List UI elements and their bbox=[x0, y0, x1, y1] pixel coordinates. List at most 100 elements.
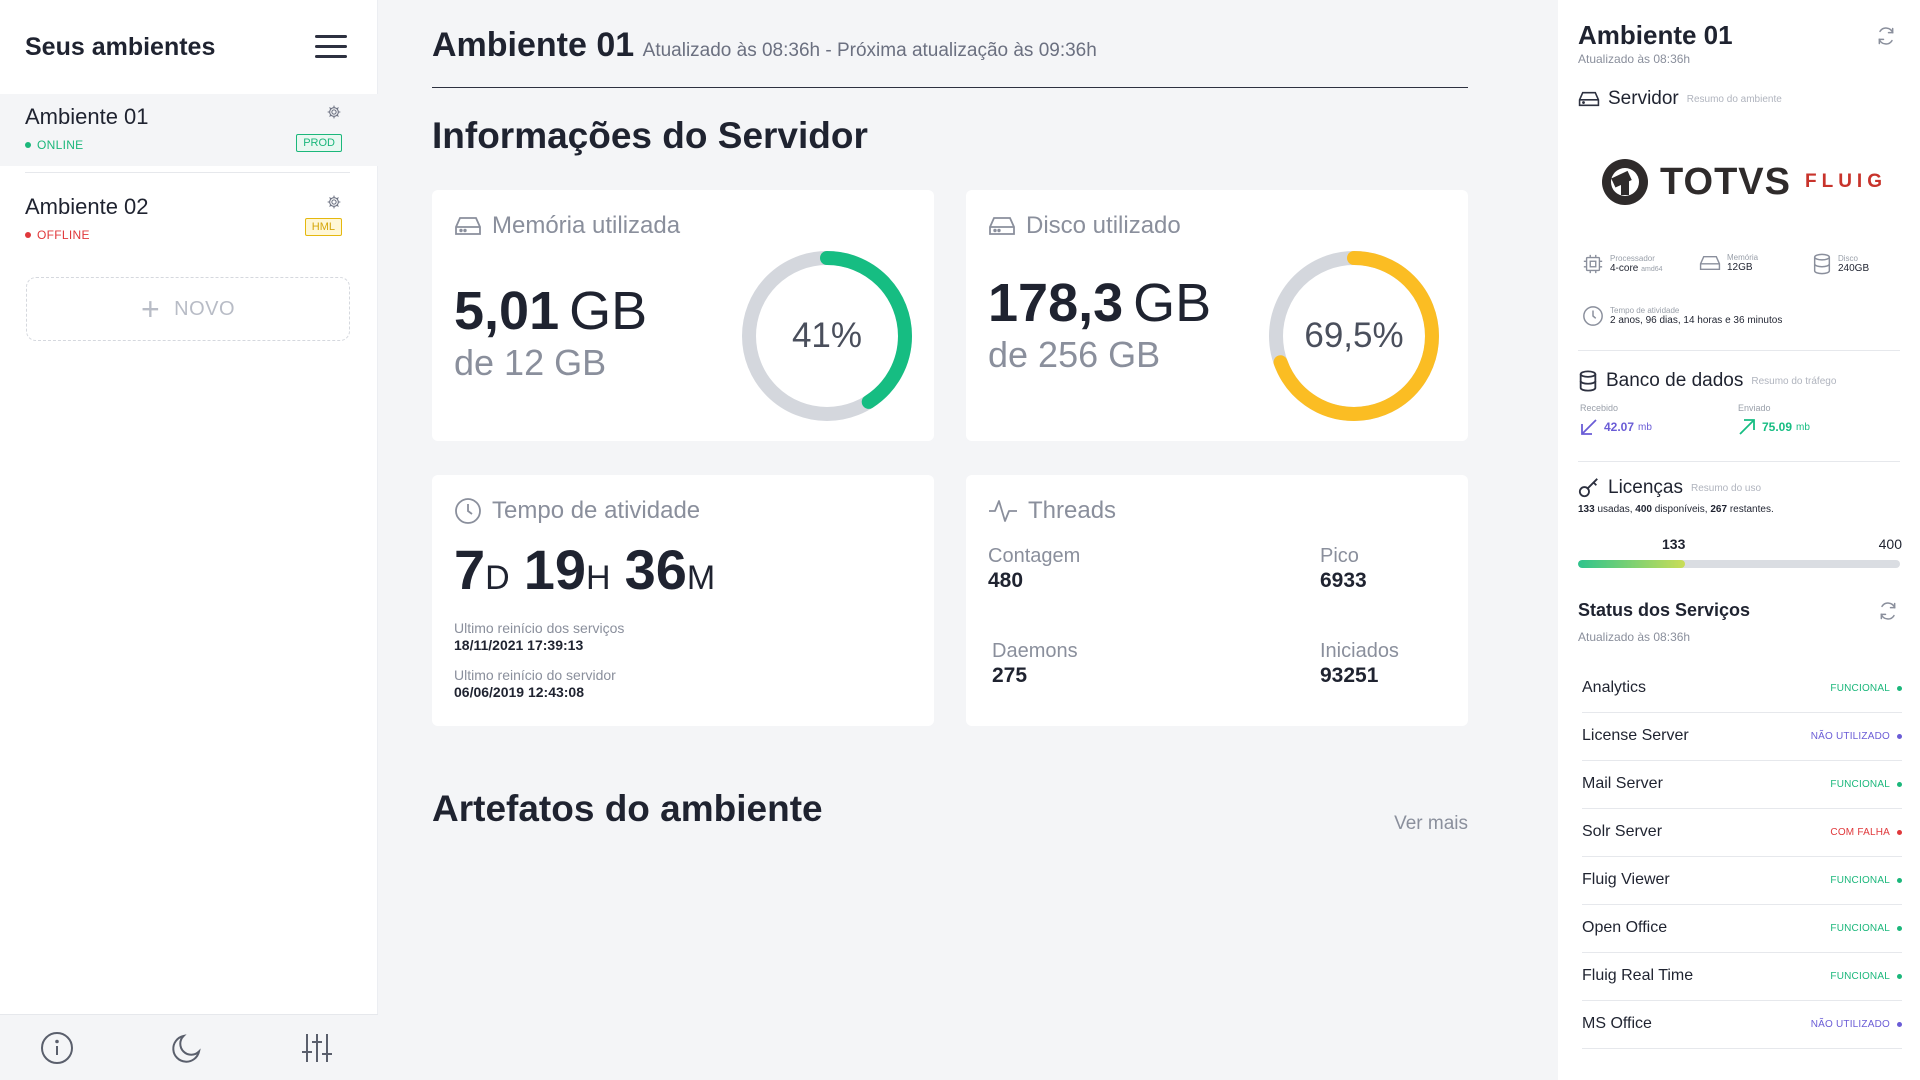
gear-icon[interactable] bbox=[326, 194, 342, 210]
sent-value: 75.09 mb bbox=[1738, 418, 1810, 436]
service-status-text: FUNCIONAL bbox=[1830, 779, 1890, 790]
plus-icon: + bbox=[140, 291, 161, 327]
service-name: MS Office bbox=[1582, 1015, 1652, 1032]
hard-drive-icon bbox=[1578, 91, 1600, 107]
environment-detail-panel: Ambiente 01 Atualizado às 08:36h Servido… bbox=[1558, 0, 1920, 1080]
service-row[interactable]: License Server NÃO UTILIZADO bbox=[1582, 713, 1902, 761]
threads-count-value: 480 bbox=[988, 569, 1024, 592]
environment-status: OFFLINE bbox=[25, 228, 90, 242]
environments-sidebar: Seus ambientes Ambiente 01 ONLINE PROD A… bbox=[0, 0, 378, 1080]
environment-badge-hml: HML bbox=[304, 218, 342, 236]
service-row[interactable]: Analytics FUNCIONAL bbox=[1582, 665, 1902, 713]
hamburger-menu-icon[interactable] bbox=[315, 32, 347, 60]
licenses-available-text: disponíveis, bbox=[1654, 504, 1708, 515]
service-row[interactable]: Open Office FUNCIONAL bbox=[1582, 905, 1902, 953]
uptime-spec: Tempo de atividade 2 anos, 96 dias, 14 ho… bbox=[1582, 305, 1782, 327]
threads-daemons-label: Daemons bbox=[992, 640, 1078, 662]
services-restart-value: 18/11/2021 17:39:13 bbox=[454, 637, 584, 653]
service-name: Analytics bbox=[1582, 679, 1647, 696]
licenses-summary: 133 usadas, 400 disponíveis, 267 restant… bbox=[1578, 504, 1774, 515]
service-status-text: FUNCIONAL bbox=[1830, 875, 1890, 886]
status-dot-icon bbox=[1897, 734, 1902, 739]
licenses-used: 133 bbox=[1578, 504, 1595, 515]
service-row[interactable]: Mail Server FUNCIONAL bbox=[1582, 761, 1902, 809]
service-status: FUNCIONAL bbox=[1830, 971, 1902, 982]
uptime-days: 7 bbox=[454, 538, 486, 601]
status-dot-icon bbox=[1897, 878, 1902, 883]
new-environment-button[interactable]: + NOVO bbox=[26, 277, 350, 341]
memory-spec-label: Memória bbox=[1727, 253, 1759, 262]
activity-icon bbox=[989, 500, 1017, 522]
environment-status-text: ONLINE bbox=[37, 138, 84, 152]
server-info-heading: Informações do Servidor bbox=[432, 115, 868, 156]
environment-name: Ambiente 01 bbox=[25, 104, 149, 129]
uptime-hours-unit: H bbox=[586, 559, 611, 597]
gear-icon[interactable] bbox=[326, 104, 342, 120]
sent-number: 75.09 bbox=[1762, 420, 1793, 434]
disk-percent-label: 69,5% bbox=[1304, 316, 1404, 355]
artifacts-heading: Artefatos do ambiente bbox=[432, 788, 823, 829]
disk-spec-label: Disco bbox=[1838, 254, 1859, 263]
service-status-text: FUNCIONAL bbox=[1830, 971, 1890, 982]
memory-title-text: Memória utilizada bbox=[492, 212, 681, 239]
licenses-remaining: 267 bbox=[1710, 504, 1728, 515]
disk-spec: Disco 240GB bbox=[1812, 253, 1869, 275]
disk-used-value: 178,3 GB bbox=[988, 272, 1211, 334]
service-status: FUNCIONAL bbox=[1830, 683, 1902, 694]
services-title: Status dos Serviços bbox=[1578, 600, 1751, 620]
sent-label: Enviado bbox=[1738, 403, 1771, 413]
environment-item-ambiente-01[interactable]: Ambiente 01 ONLINE PROD bbox=[0, 94, 378, 166]
service-status-text: NÃO UTILIZADO bbox=[1810, 1019, 1890, 1030]
disk-card: Disco utilizado 178,3 GB de 256 GB 69,5% bbox=[966, 190, 1468, 441]
uptime-card-title: Tempo de atividade bbox=[454, 497, 700, 525]
refresh-icon[interactable] bbox=[1878, 601, 1898, 621]
threads-peak-value: 6933 bbox=[1320, 569, 1367, 592]
received-label: Recebido bbox=[1580, 403, 1619, 413]
service-name: License Server bbox=[1582, 727, 1689, 744]
totvs-logo-icon bbox=[1602, 159, 1648, 205]
service-status-text: COM FALHA bbox=[1830, 827, 1890, 838]
licenses-progress-fill bbox=[1578, 560, 1686, 568]
status-dot-icon bbox=[25, 141, 31, 148]
sliders-icon[interactable] bbox=[299, 1030, 335, 1066]
service-row[interactable]: Fluig Viewer FUNCIONAL bbox=[1582, 857, 1902, 905]
environment-item-ambiente-02[interactable]: Ambiente 02 OFFLINE HML bbox=[0, 184, 378, 256]
threads-count-label: Contagem bbox=[988, 545, 1081, 567]
status-dot-icon bbox=[1897, 926, 1902, 931]
database-icon bbox=[1813, 253, 1831, 275]
services-restart-label: Ultimo reinício dos serviços bbox=[454, 620, 625, 636]
panel-divider bbox=[1578, 350, 1900, 351]
environment-badge-prod: PROD bbox=[296, 134, 342, 152]
hard-drive-icon bbox=[455, 217, 481, 235]
licenses-bar-total-label: 400 bbox=[1878, 536, 1902, 552]
status-dot-icon bbox=[25, 231, 31, 238]
service-row[interactable]: Solr Server COM FALHA bbox=[1582, 809, 1902, 857]
hard-drive-icon bbox=[1699, 256, 1721, 270]
service-status: NÃO UTILIZADO bbox=[1811, 731, 1902, 742]
fluig-logo-text: FLUIG bbox=[1805, 171, 1887, 192]
licenses-bar-used-label: 133 bbox=[1662, 536, 1686, 552]
info-icon[interactable] bbox=[39, 1030, 75, 1066]
refresh-icon[interactable] bbox=[1876, 26, 1896, 46]
processor-value: 4-core amd64 bbox=[1610, 263, 1663, 274]
memory-number: 5,01 bbox=[454, 281, 560, 341]
processor-cores: 4-core bbox=[1610, 263, 1639, 274]
status-dot-icon bbox=[1897, 974, 1902, 979]
uptime-value: 7D 19H 36M bbox=[454, 537, 729, 602]
server-restart-value: 06/06/2019 12:43:08 bbox=[454, 684, 584, 700]
sent-unit: mb bbox=[1796, 421, 1810, 433]
memory-spec: Memória 12GB bbox=[1699, 253, 1758, 273]
service-status: FUNCIONAL bbox=[1830, 779, 1902, 790]
server-restart-label: Ultimo reinício do servidor bbox=[454, 667, 616, 683]
service-name: Fluig Viewer bbox=[1582, 871, 1670, 888]
memory-total: de 12 GB bbox=[454, 342, 607, 383]
status-dot-icon bbox=[1897, 782, 1902, 787]
received-value: 42.07 mb bbox=[1580, 418, 1652, 436]
service-row[interactable]: MS Office NÃO UTILIZADO bbox=[1582, 1001, 1902, 1049]
see-more-link[interactable]: Ver mais bbox=[1394, 813, 1468, 835]
panel-divider bbox=[1578, 461, 1900, 462]
status-dot-icon bbox=[1897, 686, 1902, 691]
moon-icon[interactable] bbox=[169, 1030, 205, 1066]
hard-drive-icon bbox=[989, 217, 1015, 235]
service-row[interactable]: Fluig Real Time FUNCIONAL bbox=[1582, 953, 1902, 1001]
